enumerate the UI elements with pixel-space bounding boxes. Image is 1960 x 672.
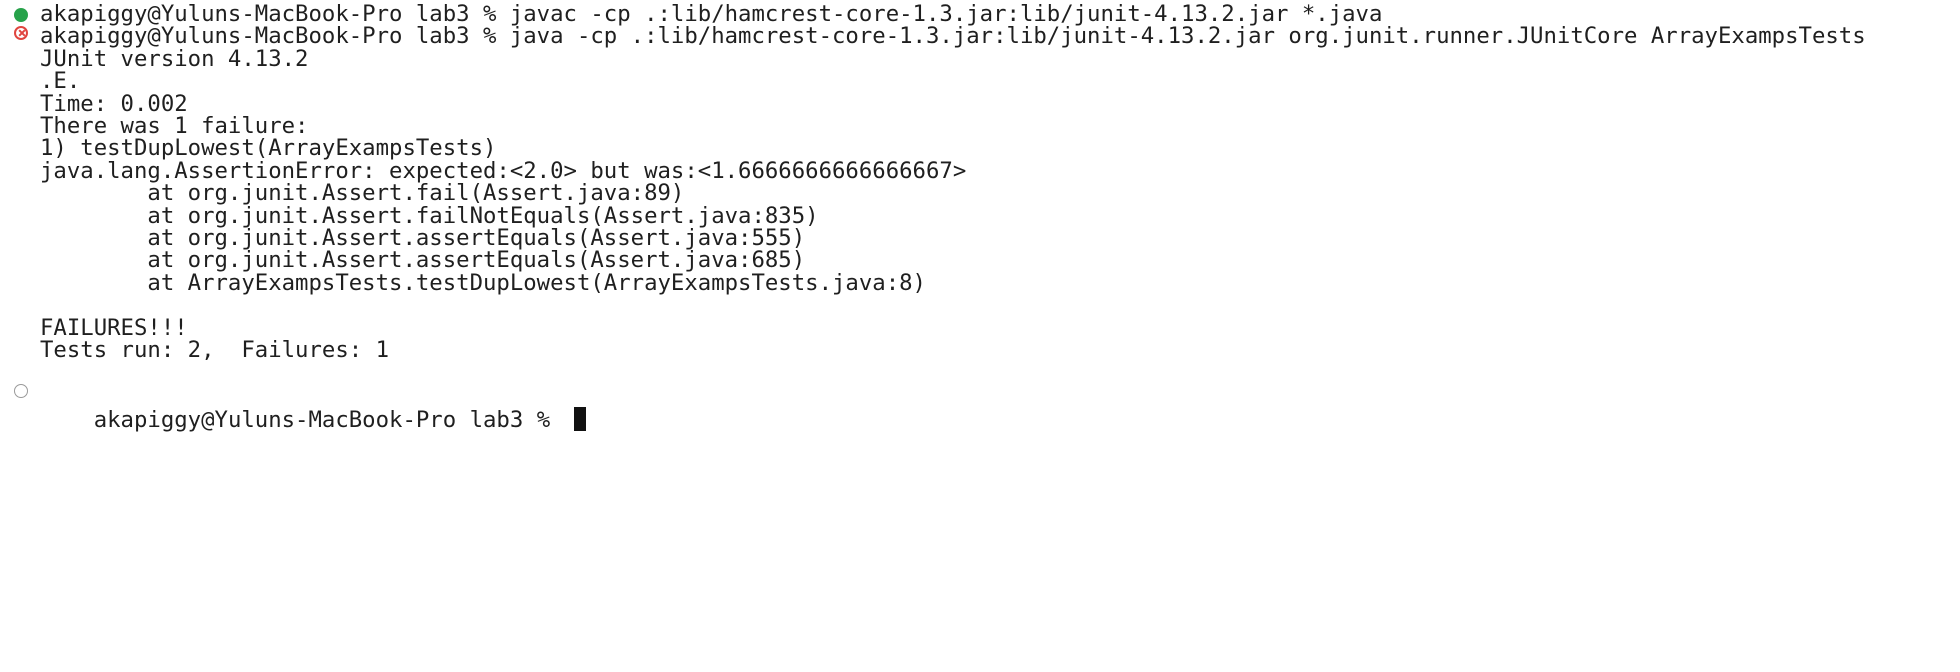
terminal-line: akapiggy@Yuluns-MacBook-Pro lab3 % java …: [40, 23, 1866, 49]
terminal-prompt: akapiggy@Yuluns-MacBook-Pro lab3 %: [93, 407, 564, 433]
command-error-icon: [14, 26, 28, 40]
terminal-line: at ArrayExampsTests.testDupLowest(ArrayE…: [40, 270, 926, 296]
terminal-prompt-line[interactable]: akapiggy@Yuluns-MacBook-Pro lab3 %: [40, 378, 586, 433]
terminal-window[interactable]: akapiggy@Yuluns-MacBook-Pro lab3 % javac…: [0, 0, 1960, 506]
text-cursor: [573, 407, 586, 431]
command-success-icon: [14, 8, 28, 22]
command-pending-icon: [14, 384, 28, 398]
terminal-line: Tests run: 2, Failures: 1: [40, 337, 390, 363]
